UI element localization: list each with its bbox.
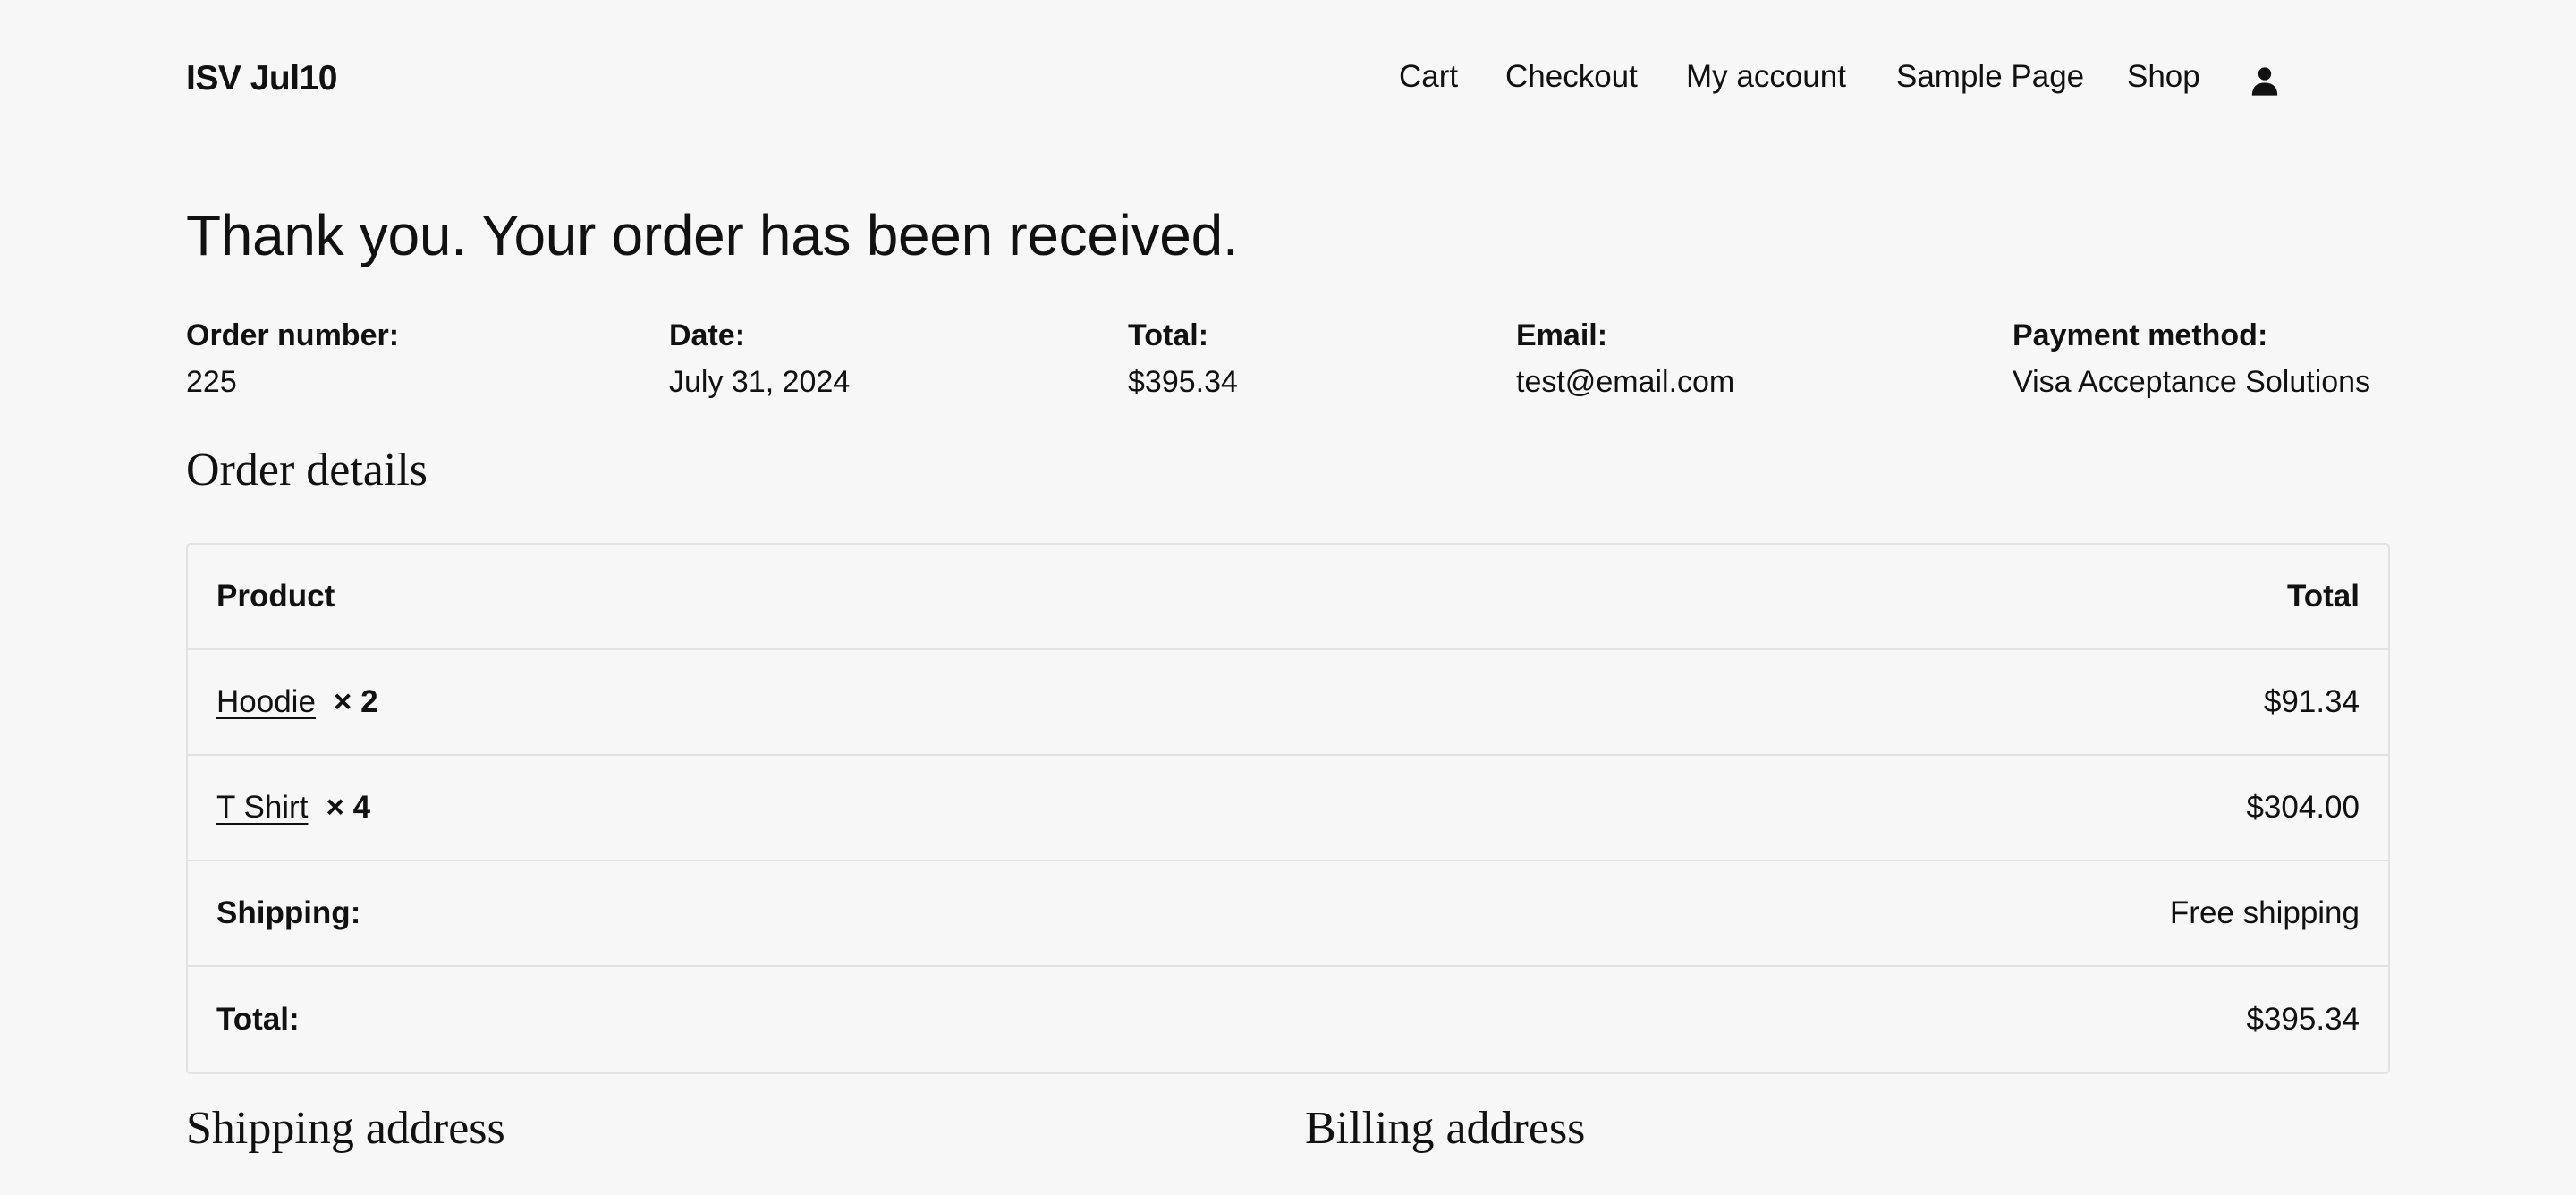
order-received-page: ISV Jul10 Cart Checkout My account Sampl… xyxy=(0,0,2576,1195)
overview-label: Email: xyxy=(1516,318,1608,352)
total-value: $395.34 xyxy=(2246,1002,2360,1037)
overview-label: Order number: xyxy=(186,318,400,352)
overview-label: Date: xyxy=(669,318,746,352)
product-link-hoodie[interactable]: Hoodie xyxy=(216,684,316,720)
line-total: $91.34 xyxy=(2263,684,2360,719)
overview-order-number: Order number: 225 xyxy=(186,317,399,401)
overview-payment-method: Payment method: Visa Acceptance Solution… xyxy=(2012,317,2370,401)
shipping-value: Free shipping xyxy=(2169,895,2360,930)
order-total-value: $395.34 xyxy=(1128,365,1238,399)
product-quantity: × 2 xyxy=(333,684,378,719)
table-row: T Shirt × 4 $304.00 xyxy=(188,756,2388,861)
overview-label: Payment method: xyxy=(2012,318,2268,352)
nav-link-shop[interactable]: Shop xyxy=(2127,59,2200,95)
column-header-product: Product xyxy=(216,579,335,614)
order-details-table: Product Total Hoodie × 2 $91.34 T Shirt … xyxy=(186,543,2390,1074)
nav-link-my-account[interactable]: My account xyxy=(1686,59,1846,95)
column-header-total: Total xyxy=(2286,579,2360,614)
product-link-t-shirt[interactable]: T Shirt xyxy=(216,790,308,826)
billing-address-title: Billing address xyxy=(1305,1103,1586,1154)
order-details-title: Order details xyxy=(186,445,428,496)
site-title[interactable]: ISV Jul10 xyxy=(186,59,337,98)
nav-link-checkout[interactable]: Checkout xyxy=(1505,59,1638,95)
nav-link-cart[interactable]: Cart xyxy=(1399,59,1458,95)
table-header-row: Product Total xyxy=(188,545,2388,650)
order-number-value: 225 xyxy=(186,365,237,399)
payment-method-value: Visa Acceptance Solutions xyxy=(2012,365,2371,399)
overview-total: Total: $395.34 xyxy=(1128,317,1238,401)
line-total: $304.00 xyxy=(2246,790,2360,825)
overview-date: Date: July 31, 2024 xyxy=(669,317,850,401)
order-received-heading: Thank you. Your order has been received. xyxy=(186,203,1239,267)
nav-link-sample-page[interactable]: Sample Page xyxy=(1896,59,2084,95)
table-row: Hoodie × 2 $91.34 xyxy=(188,650,2388,756)
total-label: Total: xyxy=(216,1002,300,1037)
product-quantity: × 4 xyxy=(326,790,371,825)
total-row: Total: $395.34 xyxy=(188,967,2388,1072)
shipping-label: Shipping: xyxy=(216,895,361,930)
overview-label: Total: xyxy=(1128,318,1209,352)
overview-email: Email: test@email.com xyxy=(1516,317,1734,401)
user-account-icon[interactable] xyxy=(2247,63,2283,98)
shipping-row: Shipping: Free shipping xyxy=(188,861,2388,967)
order-date-value: July 31, 2024 xyxy=(669,365,851,399)
shipping-address-title: Shipping address xyxy=(186,1103,505,1154)
order-email-value: test@email.com xyxy=(1516,365,1735,399)
